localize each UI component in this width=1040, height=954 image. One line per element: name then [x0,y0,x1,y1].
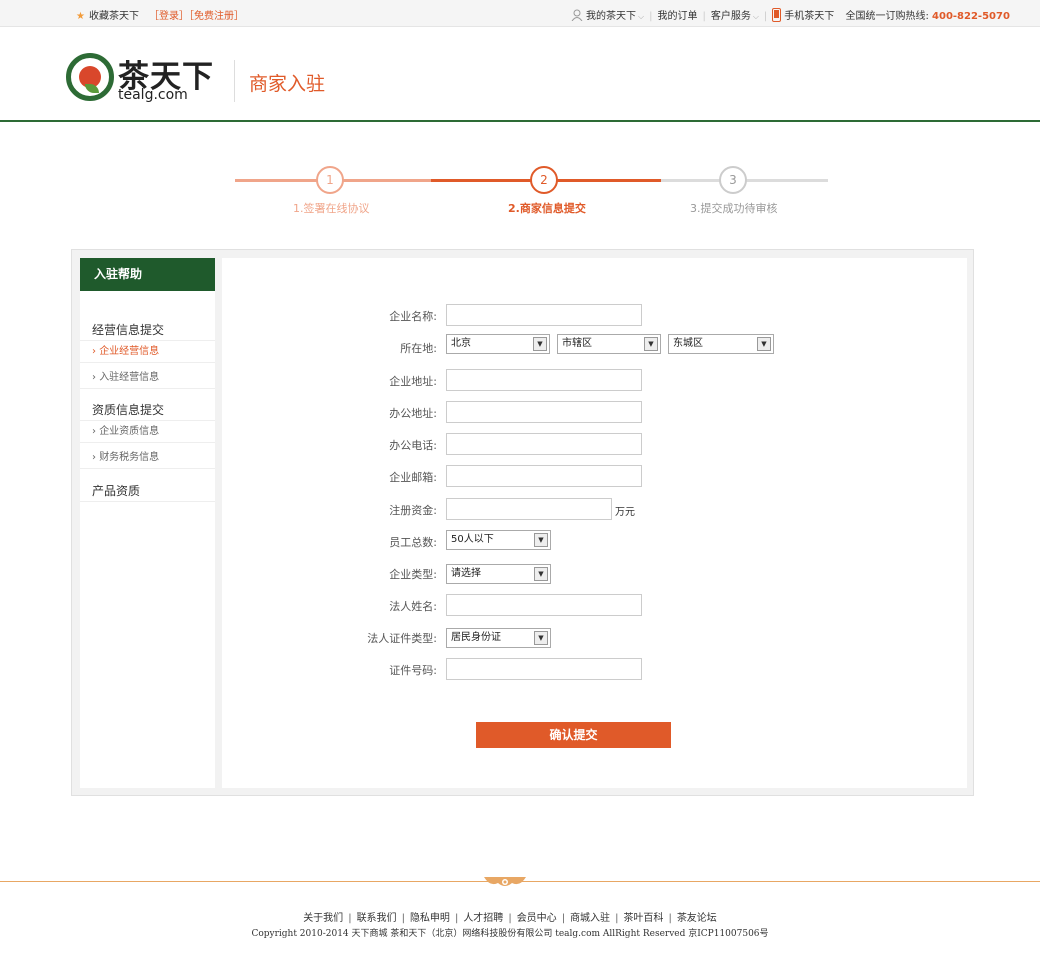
progress-steps: 1 2 3 1.签署在线协议 2.商家信息提交 3.提交成功待审核 [235,164,828,224]
footer-link[interactable]: 茶叶百科 [623,913,663,924]
province-select[interactable]: 北京 ▼ [446,334,550,354]
office-phone-label: 办公电话: [389,439,437,452]
step-1-label: 1.签署在线协议 [293,202,370,215]
sidebar-group-business: 经营信息提交 [80,319,215,341]
dropdown-arrow-icon: ▼ [534,567,548,581]
chevron-down-icon: ⌵ [752,12,759,21]
customer-service-link[interactable]: 客户服务 [711,11,751,22]
hotline-label: 全国统一订购热线: [845,11,929,22]
office-address-label: 办公地址: [389,407,437,420]
step-3-label: 3.提交成功待审核 [690,202,778,215]
sidebar-item-finance-tax[interactable]: › 财务税务信息 [80,447,215,469]
hotline-number: 400-822-5070 [932,11,1010,22]
district-select[interactable]: 东城区 ▼ [668,334,774,354]
cloud-ornament-icon [484,877,526,886]
header: 茶天下 tealg.com 商家入驻 [0,27,1040,122]
sidebar: 入驻帮助 经营信息提交 › 企业经营信息 › 入驻经营信息 资质信息提交 › 企… [80,258,215,788]
location-label: 所在地: [400,342,437,355]
page-title: 商家入驻 [249,73,326,95]
sidebar-title: 入驻帮助 [80,258,215,291]
office-address-input[interactable] [446,401,642,423]
logo-domain: tealg.com [118,87,188,103]
logo[interactable]: 茶天下 tealg.com [66,53,226,109]
company-address-label: 企业地址: [389,375,437,388]
mobile-link[interactable]: 手机茶天下 [784,11,834,22]
company-email-label: 企业邮箱: [389,471,437,484]
company-type-select[interactable]: 请选择 ▼ [446,564,551,584]
id-type-select[interactable]: 居民身份证 ▼ [446,628,551,648]
sidebar-item-company-qualification[interactable]: › 企业资质信息 [80,421,215,443]
company-address-input[interactable] [446,369,642,391]
favorite-link[interactable]: 收藏茶天下 [89,11,139,22]
my-orders-link[interactable]: 我的订单 [657,11,697,22]
sidebar-item-settle-business[interactable]: › 入驻经营信息 [80,367,215,389]
dropdown-arrow-icon: ▼ [534,631,548,645]
sidebar-item-company-business[interactable]: › 企业经营信息 [80,341,215,363]
footer-link[interactable]: 隐私申明 [410,913,450,924]
top-bar-left: ★ 收藏茶天下 ［登录］［免费注册］ [76,7,244,22]
step-2-label: 2.商家信息提交 [508,202,586,215]
sidebar-group-product[interactable]: 产品资质 [80,480,215,502]
legal-name-label: 法人姓名: [389,600,437,613]
user-icon [571,9,583,24]
footer-link[interactable]: 关于我们 [303,913,343,924]
office-phone-input[interactable] [446,433,642,455]
dropdown-arrow-icon: ▼ [757,337,771,351]
form-area: 企业名称: 所在地: 北京 ▼ 市辖区 ▼ 东城区 ▼ 企业地址: 办公地址: 办公电… [222,258,967,788]
chevron-down-icon: ⌵ [638,12,645,21]
step-3-circle: 3 [719,166,747,194]
submit-button[interactable]: 确认提交 [476,722,671,748]
login-link[interactable]: ［登录］ [149,11,189,22]
registered-capital-input[interactable] [446,498,612,520]
my-account-link[interactable]: 我的茶天下 [586,11,636,22]
top-bar-right: 我的茶天下 ⌵ | 我的订单 | 客户服务 ⌵ | 手机茶天下 全国统一订购热线: 400-8… [571,7,1010,25]
dropdown-arrow-icon: ▼ [644,337,658,351]
footer-link[interactable]: 人才招聘 [463,913,503,924]
register-link[interactable]: ［免费注册］ [189,11,244,22]
top-bar: ★ 收藏茶天下 ［登录］［免费注册］ 我的茶天下 ⌵ | 我的订单 | 客户服务 ⌵ | 手机茶天… [0,0,1040,27]
star-icon: ★ [76,11,85,22]
dropdown-arrow-icon: ▼ [533,337,547,351]
step-2-circle: 2 [530,166,558,194]
city-select[interactable]: 市辖区 ▼ [557,334,661,354]
id-number-label: 证件号码: [389,664,437,677]
company-email-input[interactable] [446,465,642,487]
footer-link[interactable]: 会员中心 [517,913,557,924]
company-name-input[interactable] [446,304,642,326]
footer-link[interactable]: 商城入驻 [570,913,610,924]
capital-unit: 万元 [615,507,635,518]
employees-select[interactable]: 50人以下 ▼ [446,530,551,550]
mobile-icon [772,7,782,25]
id-type-label: 法人证件类型: [367,632,437,645]
copyright: Copyright 2010-2014 天下商城 茶和天下（北京）网络科技股份有… [251,929,769,939]
footer-link[interactable]: 联系我们 [357,913,397,924]
footer-links: 关于我们 | 联系我们 | 隐私申明 | 人才招聘 | 会员中心 | 商城入驻 | 茶叶百科 | 茶友论坛 [303,913,717,924]
company-type-label: 企业类型: [389,568,437,581]
step-1-circle: 1 [316,166,344,194]
dropdown-arrow-icon: ▼ [534,533,548,547]
logo-icon [66,53,114,101]
legal-name-input[interactable] [446,594,642,616]
registered-capital-label: 注册资金: [389,504,437,517]
footer-link[interactable]: 茶友论坛 [677,913,717,924]
employees-label: 员工总数: [389,536,437,549]
main-panel: 入驻帮助 经营信息提交 › 企业经营信息 › 入驻经营信息 资质信息提交 › 企… [71,249,974,796]
id-number-input[interactable] [446,658,642,680]
header-divider [234,60,235,102]
sidebar-group-qualification: 资质信息提交 [80,399,215,421]
company-name-label: 企业名称: [389,310,437,323]
